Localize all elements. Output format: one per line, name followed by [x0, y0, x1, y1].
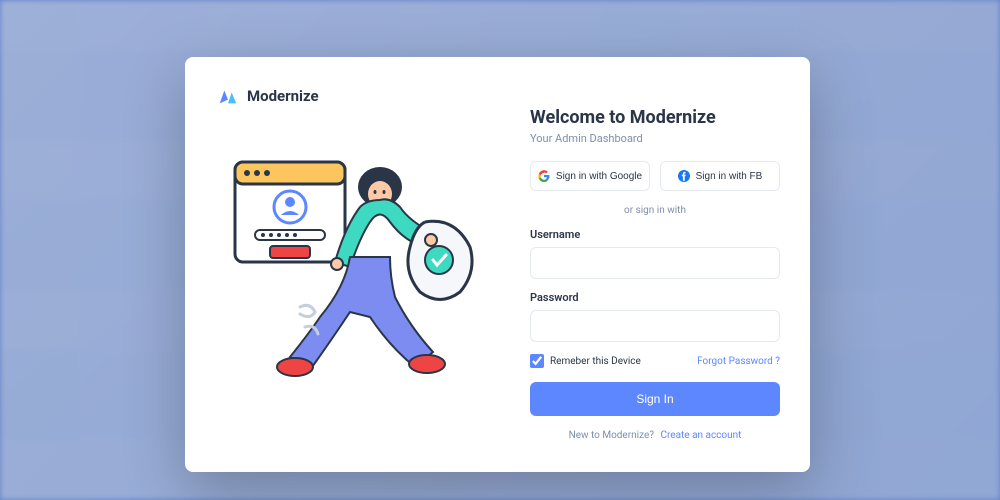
- remember-checkbox-input[interactable]: [530, 354, 544, 368]
- brand-name: Modernize: [247, 87, 319, 105]
- options-row: Remeber this Device Forgot Password ?: [530, 354, 780, 368]
- divider-text: or sign in with: [530, 205, 780, 216]
- page-title: Welcome to Modernize: [530, 107, 780, 128]
- login-illustration: [215, 152, 495, 412]
- google-signin-button[interactable]: Sign in with Google: [530, 161, 650, 191]
- login-form-panel: Welcome to Modernize Your Admin Dashboar…: [510, 57, 810, 472]
- brand: Modernize: [217, 85, 478, 107]
- remember-device-checkbox[interactable]: Remeber this Device: [530, 354, 641, 368]
- username-input[interactable]: [530, 247, 780, 279]
- facebook-icon: [678, 170, 690, 182]
- forgot-password-link[interactable]: Forgot Password ?: [697, 356, 780, 367]
- password-label: Password: [530, 291, 780, 304]
- google-icon: [538, 170, 550, 182]
- brand-logo-icon: [217, 85, 239, 107]
- footer-text: New to Modernize?: [569, 430, 654, 441]
- remember-label: Remeber this Device: [550, 356, 641, 367]
- signin-button[interactable]: Sign In: [530, 382, 780, 416]
- username-label: Username: [530, 228, 780, 241]
- social-login-row: Sign in with Google Sign in with FB: [530, 161, 780, 191]
- page-subtitle: Your Admin Dashboard: [530, 132, 780, 145]
- facebook-signin-label: Sign in with FB: [696, 171, 763, 182]
- google-signin-label: Sign in with Google: [556, 171, 642, 182]
- facebook-signin-button[interactable]: Sign in with FB: [660, 161, 780, 191]
- login-card: Modernize Welcome to Modern: [185, 57, 810, 472]
- create-account-link[interactable]: Create an account: [660, 430, 741, 441]
- password-input[interactable]: [530, 310, 780, 342]
- login-left-panel: Modernize: [185, 57, 510, 472]
- signup-footer: New to Modernize? Create an account: [530, 430, 780, 441]
